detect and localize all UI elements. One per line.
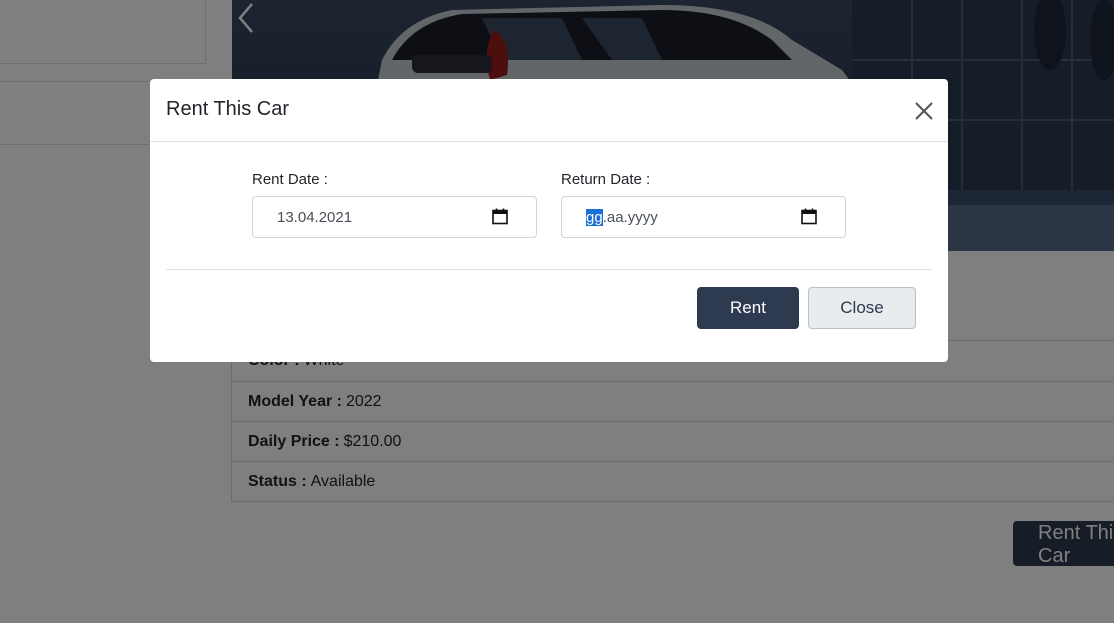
rent-modal: Rent This Car Rent Date : 13.04.2021 Ret… [150,79,948,362]
calendar-icon[interactable] [801,208,817,225]
modal-divider [166,269,932,270]
calendar-icon[interactable] [492,208,508,225]
close-button[interactable]: Close [808,287,916,329]
close-icon[interactable] [912,99,936,123]
return-date-label: Return Date : [561,171,651,188]
return-date-value: gg.aa.yyyy [586,209,658,226]
return-date-day-segment[interactable]: gg [586,209,603,226]
rent-button[interactable]: Rent [697,287,799,329]
rent-date-value: 13.04.2021 [277,209,353,226]
return-date-input[interactable]: gg.aa.yyyy [561,196,846,238]
modal-header: Rent This Car [150,79,948,142]
rent-date-input[interactable]: 13.04.2021 [252,196,537,238]
return-date-rest: .aa.yyyy [602,209,658,226]
rent-date-label: Rent Date : [252,171,328,188]
modal-title: Rent This Car [166,98,290,120]
